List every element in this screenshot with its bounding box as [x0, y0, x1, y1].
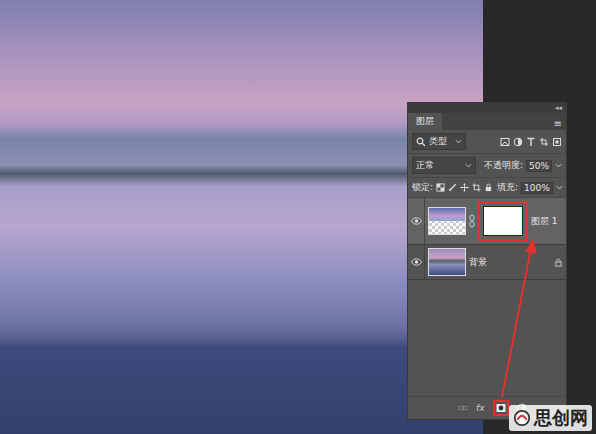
lock-all-icon[interactable] [484, 183, 493, 192]
lock-controls: 锁定: [412, 181, 493, 194]
collapse-button[interactable]: ◂◂ [555, 104, 562, 112]
fill-field[interactable]: 100% [521, 182, 553, 194]
filter-row: 类型 [408, 130, 566, 154]
smart-object-filter-icon[interactable] [552, 137, 562, 147]
blend-mode-select[interactable]: 正常 [412, 157, 476, 174]
type-filter-icon[interactable] [526, 137, 536, 147]
layer-name[interactable]: 背景 [469, 256, 487, 269]
panel-header: ◂◂ [408, 103, 566, 113]
dropdown-icon [455, 139, 462, 144]
blend-row: 正常不透明度:50% [408, 154, 566, 178]
lock-brush-icon[interactable] [448, 183, 457, 192]
visibility-toggle[interactable] [408, 245, 425, 279]
mask-thumbnail-highlight [478, 201, 528, 241]
panel-menu-button[interactable]: ≡ [554, 118, 562, 130]
thumbnail-image [429, 249, 465, 275]
thumbnail-image [429, 208, 465, 234]
dropdown-icon[interactable] [556, 185, 563, 190]
watermark: 思创网 [509, 405, 592, 431]
layers-panel: ◂◂ 图层 ≡ 类型正常不透明度:50% 锁定: 填充:100% 图层 1 背景 fx [407, 102, 567, 420]
opacity-field[interactable]: 50% [526, 160, 552, 172]
layer-style-button[interactable]: fx [476, 403, 485, 413]
eye-icon [411, 217, 422, 225]
mask-icon [496, 403, 506, 413]
lock-move-icon[interactable] [460, 183, 469, 192]
visibility-toggle[interactable] [408, 198, 425, 244]
layer-thumbnail [428, 248, 466, 276]
shape-filter-icon[interactable] [539, 137, 549, 147]
dropdown-icon[interactable] [555, 163, 562, 168]
lock-label: 锁定: [412, 181, 433, 194]
layer-thumbnail [428, 207, 466, 235]
add-mask-button[interactable] [493, 400, 509, 416]
watermark-logo-icon [513, 409, 531, 427]
fill-label: 填充: [497, 181, 518, 194]
watermark-text: 思创网 [534, 406, 588, 430]
lock-artboard-icon[interactable] [472, 183, 481, 192]
annotation-arrow [0, 0, 596, 434]
dropdown-icon [465, 163, 472, 168]
photoshop-screen: ◂◂ 图层 ≡ 类型正常不透明度:50% 锁定: 填充:100% 图层 1 背景 fx 思创网 [0, 0, 596, 434]
lock-transparent-icon[interactable] [436, 183, 445, 192]
layer-row[interactable]: 背景 [408, 245, 566, 280]
layer-list: 图层 1 背景 [408, 198, 566, 280]
filter-icons [500, 137, 562, 147]
eye-icon [411, 258, 422, 266]
layers-tab[interactable]: 图层 [408, 113, 442, 130]
lock-icon [554, 258, 563, 267]
image-filter-icon[interactable] [500, 137, 510, 147]
layer-name[interactable]: 图层 1 [531, 215, 558, 228]
opacity-label: 不透明度: [484, 159, 523, 172]
lock-row: 锁定: 填充:100% [408, 178, 566, 198]
tab-row: 图层 ≡ [408, 113, 566, 130]
layer-row[interactable]: 图层 1 [408, 198, 566, 245]
filter-select[interactable]: 类型 [412, 133, 466, 150]
fill-control: 填充:100% [497, 181, 563, 194]
link-layers-icon[interactable] [458, 403, 468, 413]
mask-thumbnail[interactable] [483, 206, 523, 236]
adjustment-filter-icon[interactable] [513, 137, 523, 147]
search-icon [416, 137, 426, 147]
opacity-control: 不透明度:50% [484, 159, 562, 172]
chain-icon[interactable] [469, 214, 475, 228]
